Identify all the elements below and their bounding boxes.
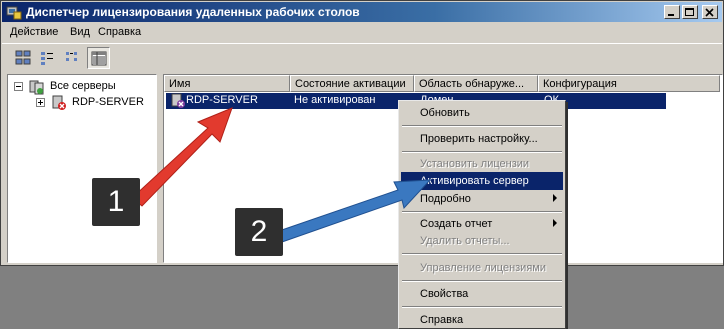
callout-2: 2	[235, 208, 283, 256]
blue-arrow	[275, 179, 432, 243]
annotation-arrows	[131, 107, 432, 243]
callout-1: 1	[92, 178, 140, 226]
red-arrow	[131, 107, 233, 207]
